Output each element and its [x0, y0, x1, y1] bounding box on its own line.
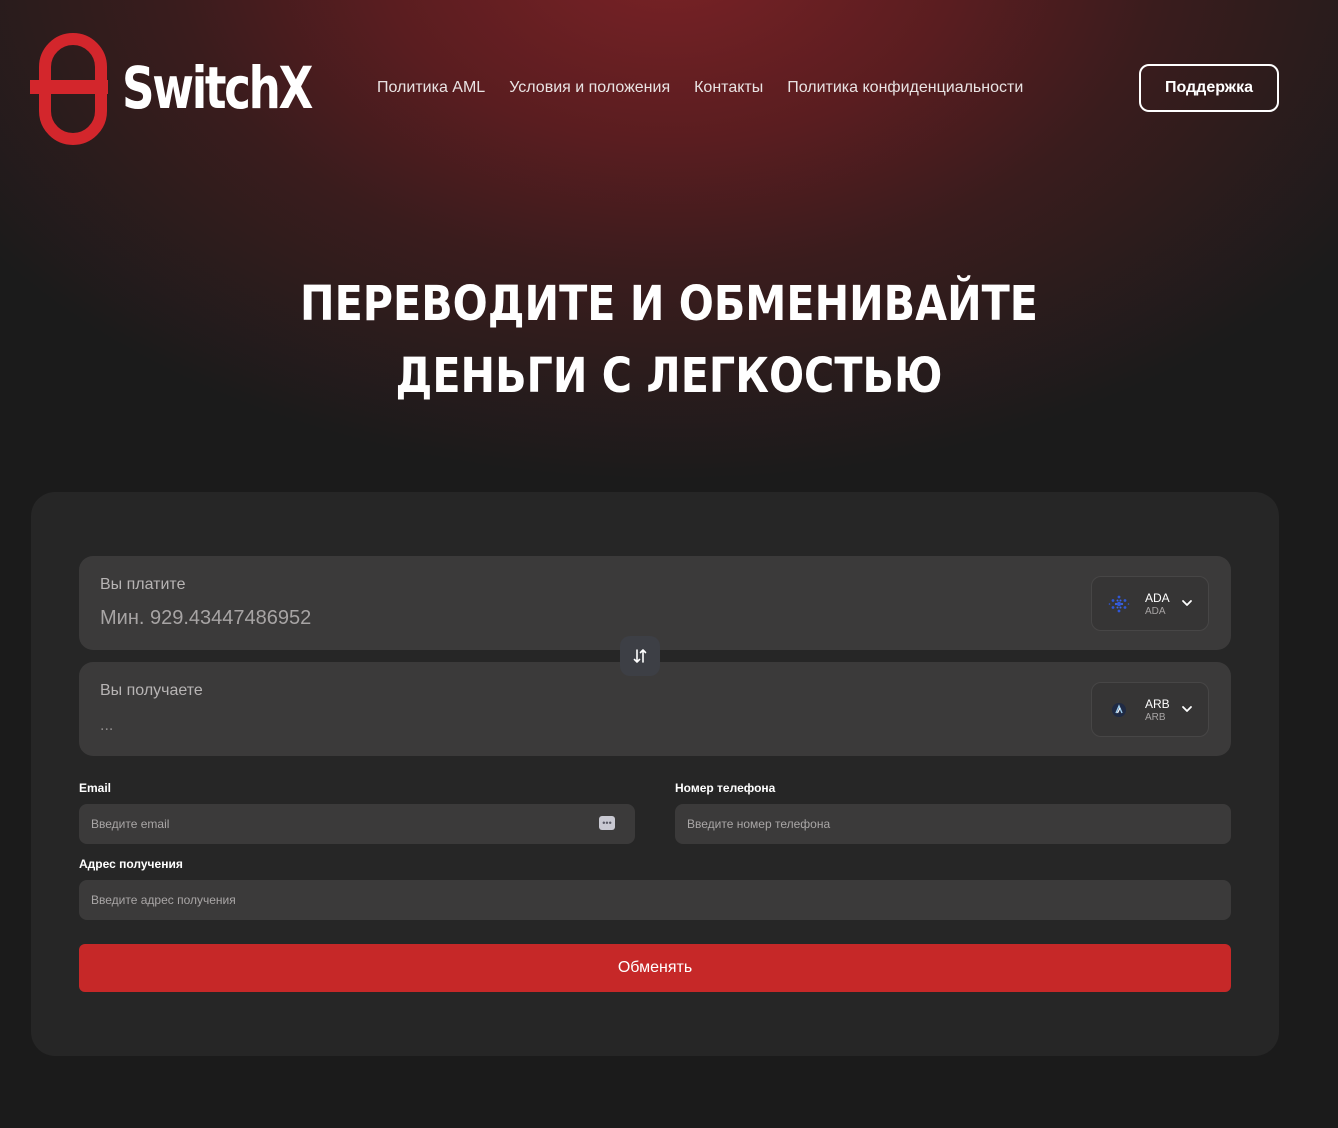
exchange-card: Вы платите Мин. 929.43447486952 ADA ADA … [31, 492, 1279, 1056]
swap-button[interactable] [620, 636, 660, 676]
pay-coin-select[interactable]: ADA ADA [1091, 576, 1209, 631]
pay-amount-input[interactable]: Мин. 929.43447486952 [100, 607, 311, 630]
receive-field[interactable]: Вы получаете ... ARB ARB [79, 662, 1231, 756]
phone-label: Номер телефона [675, 781, 776, 795]
chevron-down-icon [1182, 600, 1192, 606]
hero: ПЕРЕВОДИТЕ И ОБМЕНИВАЙТЕ ДЕНЬГИ С ЛЕГКОС… [0, 268, 1338, 412]
nav-link-contacts[interactable]: Контакты [694, 76, 763, 100]
nav-link-privacy[interactable]: Политика конфиденциальности [787, 76, 1023, 100]
hero-title-line-1: ПЕРЕВОДИТЕ И ОБМЕНИВАЙТЕ [300, 276, 1038, 332]
support-button[interactable]: Поддержка [1139, 64, 1279, 112]
logo-text: SwitchX [122, 54, 313, 122]
chevron-down-icon [1182, 706, 1192, 712]
nav-link-terms[interactable]: Условия и положения [509, 76, 670, 100]
header: SwitchX Политика AML Условия и положения… [0, 0, 1338, 176]
nav-link-aml[interactable]: Политика AML [377, 76, 485, 100]
cardano-icon [1108, 595, 1130, 613]
logo[interactable]: SwitchX [30, 33, 313, 145]
receive-amount: ... [100, 717, 114, 734]
pay-coin-code: ADA [1145, 591, 1170, 605]
swap-arrows-icon [633, 649, 647, 663]
hero-title-line-2: ДЕНЬГИ С ЛЕГКОСТЬЮ [395, 348, 943, 404]
main-nav: Политика AML Условия и положения Контакт… [377, 76, 1023, 100]
exchange-submit-button[interactable]: Обменять [79, 944, 1231, 992]
receive-label: Вы получаете [100, 682, 203, 699]
receive-coin-select[interactable]: ARB ARB [1091, 682, 1209, 737]
receive-coin-code: ARB [1145, 697, 1170, 711]
receive-coin-sub: ARB [1145, 712, 1166, 723]
autofill-icon[interactable]: ••• [599, 816, 615, 830]
email-label: Email [79, 781, 112, 795]
arbitrum-icon [1112, 703, 1126, 717]
address-field[interactable] [79, 880, 1231, 920]
logo-mark-icon [30, 33, 108, 145]
address-label: Адрес получения [79, 857, 183, 871]
phone-field[interactable] [675, 804, 1231, 844]
pay-label: Вы платите [100, 576, 186, 593]
email-field[interactable] [79, 804, 635, 844]
pay-coin-sub: ADA [1145, 606, 1166, 617]
pay-field[interactable]: Вы платите Мин. 929.43447486952 ADA ADA [79, 556, 1231, 650]
